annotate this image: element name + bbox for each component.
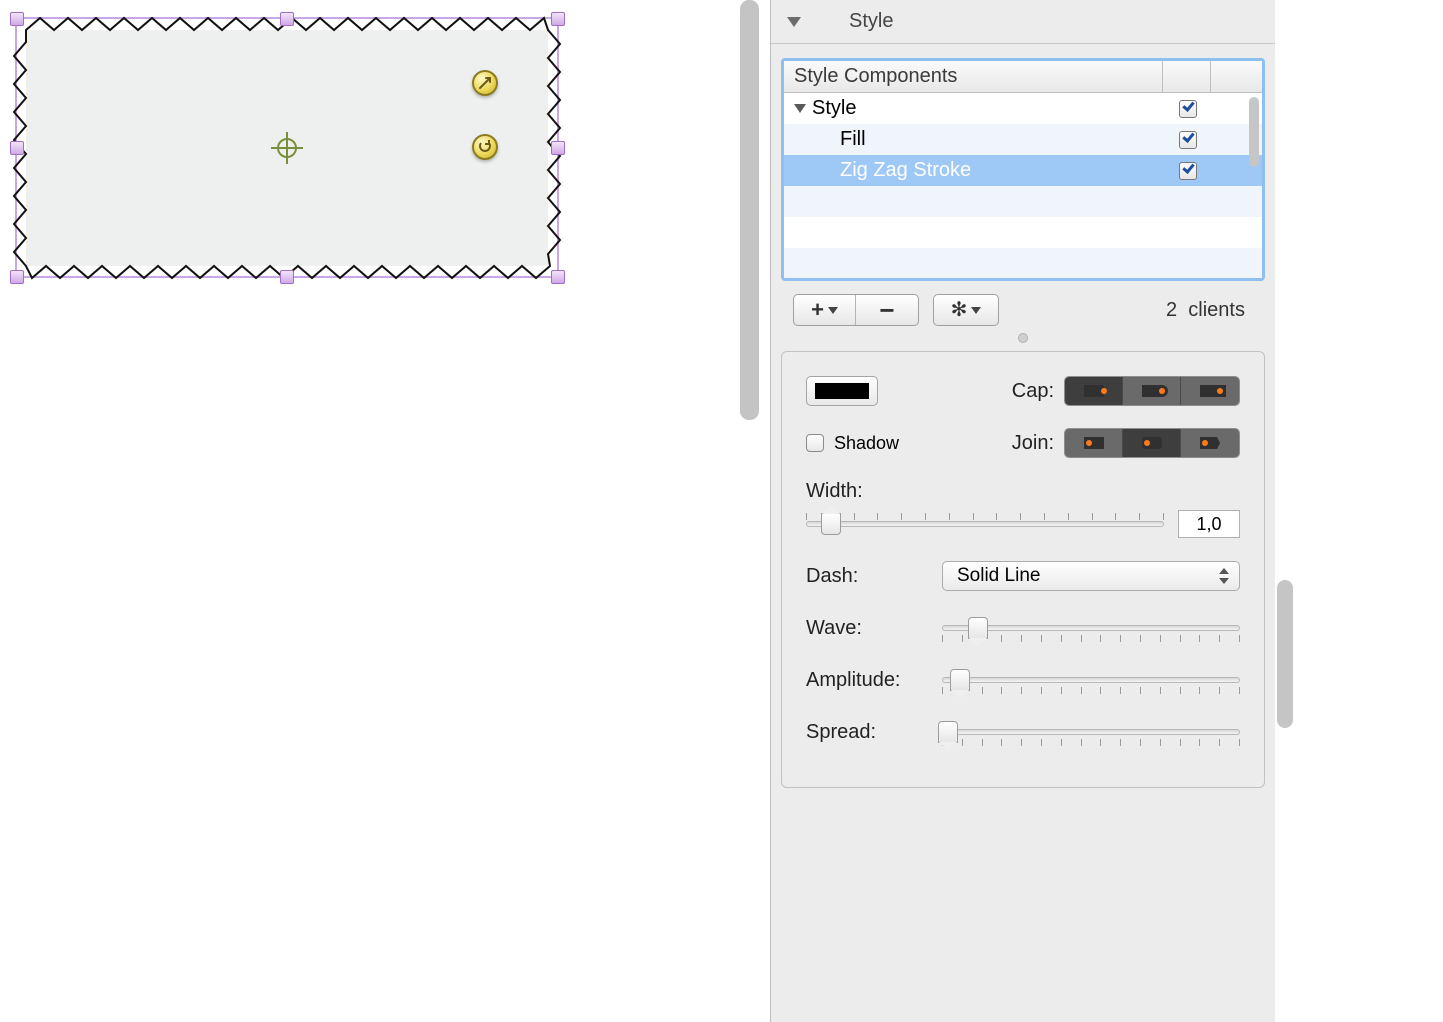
tree-row-checkbox[interactable] <box>1179 100 1197 118</box>
amplitude-label: Amplitude: <box>806 669 942 692</box>
cap-round[interactable] <box>1123 377 1181 405</box>
resize-handle-sw[interactable] <box>10 270 24 284</box>
add-remove-group: + − <box>793 294 919 326</box>
panel-title: Style <box>849 10 893 33</box>
stroke-properties: Cap: Shadow Join: Width: <box>781 351 1265 788</box>
cap-butt[interactable] <box>1065 377 1123 405</box>
spread-label: Spread: <box>806 721 942 744</box>
width-field[interactable]: 1,0 <box>1178 510 1240 538</box>
width-label: Width: <box>806 480 863 502</box>
resize-handle-se[interactable] <box>551 270 565 284</box>
cap-square[interactable] <box>1181 377 1239 405</box>
cap-segmented <box>1064 376 1240 406</box>
dash-value: Solid Line <box>957 565 1040 587</box>
tree-scrollbar[interactable] <box>1249 97 1259 167</box>
width-slider[interactable] <box>806 509 1164 539</box>
clients-count-label: clients <box>1188 299 1245 321</box>
dash-label: Dash: <box>806 565 942 588</box>
canvas[interactable] <box>0 0 740 1022</box>
join-label: Join: <box>1004 432 1064 455</box>
shadow-checkbox[interactable] <box>806 434 824 452</box>
cap-label: Cap: <box>1004 380 1064 403</box>
tree-row-zigzag[interactable]: Zig Zag Stroke <box>784 155 1262 186</box>
canvas-scrollbar[interactable] <box>740 0 759 420</box>
tree-row-fill[interactable]: Fill <box>784 124 1262 155</box>
style-panel: Style Style Components Style Fill Zig Z <box>770 0 1275 1022</box>
panel-header[interactable]: Style <box>771 0 1275 44</box>
actions-group: ✻ <box>933 294 999 326</box>
style-components-list: Style Components Style Fill Zig Zag Stro… <box>781 58 1265 281</box>
resize-handle-ne[interactable] <box>551 12 565 26</box>
dash-popup[interactable]: Solid Line <box>942 561 1240 591</box>
resize-handle-n[interactable] <box>280 12 294 26</box>
resize-handle-e[interactable] <box>551 141 565 155</box>
panel-scrollbar[interactable] <box>1277 580 1293 728</box>
wave-slider[interactable] <box>942 613 1240 643</box>
tree-row-empty <box>784 248 1262 278</box>
style-components-header: Style Components <box>784 61 1262 93</box>
panel-disclosure-icon[interactable] <box>787 17 801 27</box>
disclosure-icon[interactable] <box>794 104 806 113</box>
gear-icon: ✻ <box>951 300 968 320</box>
add-component-button[interactable]: + <box>794 295 856 325</box>
tree-row-empty <box>784 217 1262 248</box>
clients-count: 2 clients <box>1166 299 1245 322</box>
join-round[interactable] <box>1123 429 1181 457</box>
spread-slider[interactable] <box>942 717 1240 747</box>
shape-preview <box>0 0 600 320</box>
tree-row-style[interactable]: Style <box>784 93 1262 124</box>
shadow-label: Shadow <box>834 433 899 454</box>
tree-row-checkbox[interactable] <box>1179 131 1197 149</box>
component-actions-button[interactable]: ✻ <box>934 295 998 325</box>
tree-row-label: Fill <box>840 128 866 151</box>
amplitude-slider[interactable] <box>942 665 1240 695</box>
popup-arrows-icon <box>1219 568 1229 584</box>
stroke-color-swatch[interactable] <box>806 376 878 406</box>
wave-label: Wave: <box>806 617 942 640</box>
resize-handle-w[interactable] <box>10 141 24 155</box>
panel-grip-icon[interactable] <box>1018 333 1028 343</box>
rotate-handle-icon[interactable] <box>472 134 498 160</box>
tree-row-empty <box>784 186 1262 217</box>
tree-row-label: Zig Zag Stroke <box>840 159 971 182</box>
resize-handle-s[interactable] <box>280 270 294 284</box>
tree-row-checkbox[interactable] <box>1179 162 1197 180</box>
join-bevel[interactable] <box>1181 429 1239 457</box>
join-miter[interactable] <box>1065 429 1123 457</box>
clients-count-value: 2 <box>1166 299 1177 321</box>
join-segmented <box>1064 428 1240 458</box>
tree-row-label: Style <box>812 97 856 120</box>
move-handle-icon[interactable] <box>472 70 498 96</box>
remove-component-button[interactable]: − <box>856 295 918 325</box>
style-components-header-label: Style Components <box>794 65 957 88</box>
resize-handle-nw[interactable] <box>10 12 24 26</box>
